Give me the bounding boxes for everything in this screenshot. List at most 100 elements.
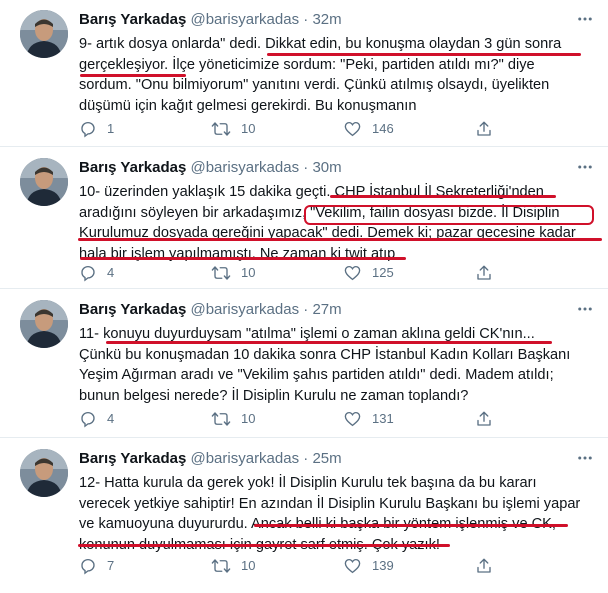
more-icon[interactable] <box>576 158 594 182</box>
like-button[interactable]: 139 <box>343 556 394 576</box>
text-line: 10- üzerinden yaklaşık 15 dakika geçti. … <box>79 184 544 200</box>
timestamp[interactable]: 30m <box>312 159 341 176</box>
separator-dot: · <box>303 450 309 467</box>
author-handle[interactable]: @barisyarkadas <box>190 11 299 28</box>
avatar[interactable] <box>20 449 68 497</box>
tweet-header: Barış Yarkadaş @barisyarkadas · 27m <box>79 300 594 320</box>
separator-dot: · <box>303 159 309 176</box>
share-button[interactable] <box>475 556 503 576</box>
retweet-count: 10 <box>241 265 256 280</box>
share-icon <box>477 265 491 280</box>
more-icon[interactable] <box>576 10 594 34</box>
reply-count: 4 <box>107 411 115 426</box>
retweet-icon <box>211 559 231 573</box>
tweet-4[interactable]: Barış Yarkadaş @barisyarkadas · 25m 12- … <box>0 439 608 593</box>
reply-icon <box>81 411 95 428</box>
avatar[interactable] <box>20 10 68 58</box>
red-underline <box>78 544 450 547</box>
text-line: sordum. "Onu bilmiyorum" yanıtını verdi.… <box>79 77 550 93</box>
red-underline <box>254 524 568 527</box>
like-count: 146 <box>372 121 394 136</box>
tweet-actions: 7 10 139 <box>79 556 519 576</box>
share-icon <box>477 558 491 573</box>
reply-icon <box>81 265 95 282</box>
tweet-actions: 1 10 146 <box>79 119 519 139</box>
reply-count: 4 <box>107 265 115 280</box>
retweet-button[interactable]: 10 <box>211 263 255 283</box>
retweet-icon <box>211 412 231 426</box>
avatar[interactable] <box>20 300 68 348</box>
like-icon <box>344 265 361 281</box>
tweet-header: Barış Yarkadaş @barisyarkadas · 30m <box>79 158 594 178</box>
timestamp[interactable]: 32m <box>312 11 341 28</box>
share-icon <box>477 121 491 136</box>
red-underline <box>304 205 594 225</box>
author-name[interactable]: Barış Yarkadaş <box>79 159 186 176</box>
tweet-actions: 4 10 125 <box>79 263 519 283</box>
share-button[interactable] <box>475 409 503 429</box>
text-line: düşümü için kağıt gelmesi gerekirdi. Bu … <box>79 97 417 114</box>
text-line: gerçekleşiyor. İlçe yöneticimize sordum:… <box>79 56 535 73</box>
author-handle[interactable]: @barisyarkadas <box>190 450 299 467</box>
author-handle[interactable]: @barisyarkadas <box>190 159 299 176</box>
like-icon <box>344 411 361 427</box>
like-count: 131 <box>372 411 394 426</box>
tweet-header: Barış Yarkadaş @barisyarkadas · 25m <box>79 449 594 469</box>
red-underline <box>80 257 406 260</box>
red-underline <box>267 53 581 56</box>
avatar[interactable] <box>20 158 68 206</box>
text-line: bunun belgesi nerede? İl Disiplin Kurulu… <box>79 387 469 404</box>
tweet-text: 11- konuyu duyurduysam "atılma" işlemi o… <box>79 324 599 406</box>
reply-count: 7 <box>107 558 115 573</box>
text-line: 12- Hatta kurula da gerek yok! İl Disipl… <box>79 475 537 491</box>
author-name[interactable]: Barış Yarkadaş <box>79 450 186 467</box>
text-line: Çünkü bu konuşmadan 10 dakika sonra CHP … <box>79 346 571 363</box>
author-name[interactable]: Barış Yarkadaş <box>79 301 186 318</box>
retweet-count: 10 <box>241 558 256 573</box>
like-button[interactable]: 125 <box>343 263 394 283</box>
reply-button[interactable]: 7 <box>79 556 114 576</box>
text-line: Yeşim Ağırman aradı ve "Vekilim şahıs pa… <box>79 367 554 383</box>
reply-button[interactable]: 4 <box>79 263 114 283</box>
retweet-count: 10 <box>241 121 256 136</box>
red-underline <box>78 238 602 241</box>
retweet-button[interactable]: 10 <box>211 556 255 576</box>
share-button[interactable] <box>475 263 503 283</box>
timestamp[interactable]: 25m <box>312 450 341 467</box>
text-line: verecek yetkiye sahiptir! En azından İl … <box>79 495 581 512</box>
share-icon <box>477 411 491 426</box>
author-handle[interactable]: @barisyarkadas <box>190 301 299 318</box>
tweet-1[interactable]: Barış Yarkadaş @barisyarkadas · 32m 9- a… <box>0 0 608 147</box>
share-button[interactable] <box>475 119 503 139</box>
retweet-count: 10 <box>241 411 256 426</box>
red-underline <box>80 74 186 77</box>
tweet-3[interactable]: Barış Yarkadaş @barisyarkadas · 27m 11- … <box>0 290 608 438</box>
timestamp[interactable]: 27m <box>312 301 341 318</box>
separator-dot: · <box>303 11 309 28</box>
retweet-icon <box>211 122 231 136</box>
reply-button[interactable]: 4 <box>79 409 114 429</box>
retweet-icon <box>211 266 231 280</box>
reply-icon <box>81 558 95 575</box>
author-name[interactable]: Barış Yarkadaş <box>79 11 186 28</box>
reply-button[interactable]: 1 <box>79 119 114 139</box>
tweet-2[interactable]: Barış Yarkadaş @barisyarkadas · 30m 10- … <box>0 148 608 289</box>
tweet-header: Barış Yarkadaş @barisyarkadas · 32m <box>79 10 594 30</box>
reply-count: 1 <box>107 121 115 136</box>
text-line: hala bir işlem yapılmamıştı. Ne zaman ki… <box>79 245 396 262</box>
reply-icon <box>81 121 95 138</box>
like-button[interactable]: 146 <box>343 119 394 139</box>
separator-dot: · <box>303 301 309 318</box>
like-count: 139 <box>372 558 394 573</box>
more-icon[interactable] <box>576 449 594 473</box>
retweet-button[interactable]: 10 <box>211 409 255 429</box>
like-icon <box>344 121 361 137</box>
more-icon[interactable] <box>576 300 594 324</box>
tweet-actions: 4 10 131 <box>79 409 519 429</box>
like-button[interactable]: 131 <box>343 409 394 429</box>
tweet-text: 12- Hatta kurula da gerek yok! İl Disipl… <box>79 473 599 555</box>
like-icon <box>344 558 361 574</box>
like-count: 125 <box>372 265 394 280</box>
text-line: 9- artık dosya onlarda" dedi. Dikkat edi… <box>79 36 562 52</box>
retweet-button[interactable]: 10 <box>211 119 255 139</box>
